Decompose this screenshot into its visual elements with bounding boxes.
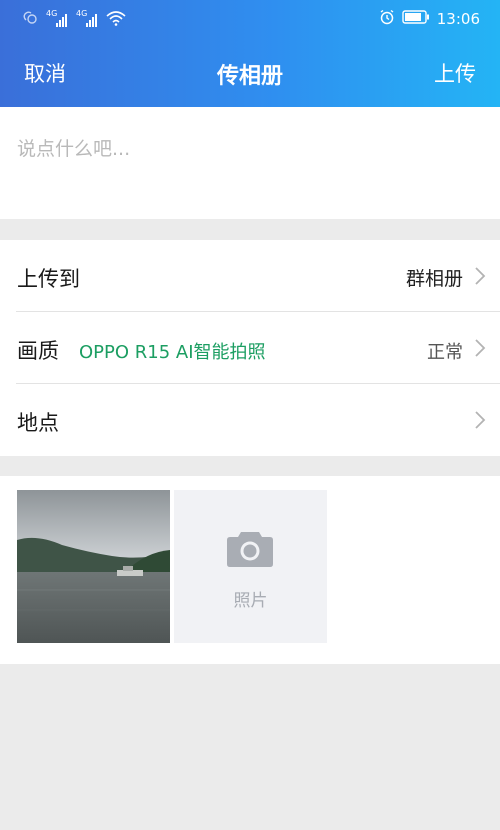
status-time: 13:06 xyxy=(436,10,480,28)
upload-destination-row[interactable]: 上传到 群相册 xyxy=(0,240,500,312)
description-input[interactable]: 说点什么吧... xyxy=(0,107,500,219)
add-photo-label: 照片 xyxy=(233,591,268,611)
quality-row[interactable]: 画质 OPPO R15 AI智能拍照 正常 xyxy=(0,312,500,384)
location-row[interactable]: 地点 xyxy=(0,384,500,456)
chevron-right-icon xyxy=(474,410,486,434)
location-label: 地点 xyxy=(17,411,59,435)
page-title: 传相册 xyxy=(216,64,283,89)
camera-icon xyxy=(226,528,274,572)
add-photo-button[interactable]: 照片 xyxy=(174,490,327,643)
status-bar: 4G 4G 13:06 xyxy=(0,0,500,38)
quality-value: 正常 xyxy=(427,342,463,363)
photo-grid: 照片 xyxy=(0,476,500,664)
hd-voice-icon xyxy=(22,10,40,30)
quality-label: 画质 xyxy=(17,339,59,363)
wifi-icon xyxy=(106,10,126,30)
nav-bar: 取消 传相册 上传 xyxy=(0,38,500,107)
camera-watermark-text: OPPO R15 AI智能拍照 xyxy=(79,342,266,363)
upload-destination-value: 群相册 xyxy=(405,268,463,290)
upload-destination-label: 上传到 xyxy=(17,267,80,291)
settings-list: 上传到 群相册 画质 OPPO R15 AI智能拍照 正常 地点 xyxy=(0,240,500,456)
chevron-right-icon xyxy=(474,266,486,290)
status-right: 13:06 xyxy=(379,9,480,29)
upload-button[interactable]: 上传 xyxy=(434,58,476,88)
photo-thumbnail[interactable] xyxy=(17,490,170,643)
alarm-icon xyxy=(379,9,395,29)
signal-icon: 4G xyxy=(76,9,100,28)
status-left: 4G 4G xyxy=(22,9,126,30)
chevron-right-icon xyxy=(474,338,486,362)
description-placeholder: 说点什么吧... xyxy=(17,138,131,160)
signal-icon: 4G xyxy=(46,9,70,28)
battery-icon xyxy=(402,10,430,28)
